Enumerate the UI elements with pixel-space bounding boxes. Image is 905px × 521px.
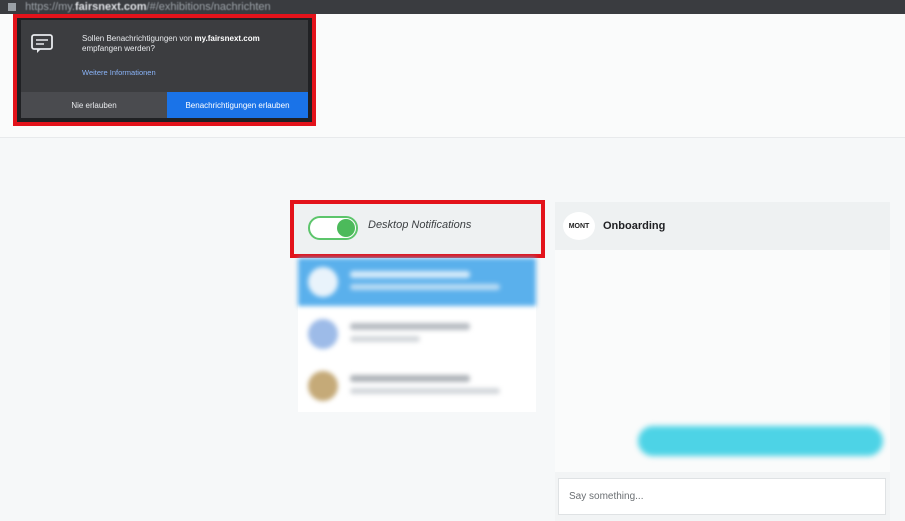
chat-list-item[interactable] — [298, 310, 536, 358]
avatar — [308, 267, 338, 297]
url-text: https://my.fairsnext.com/#/exhibitions/n… — [25, 1, 271, 13]
chat-panel: MONT Onboarding — [555, 202, 890, 521]
chat-header: MONT Onboarding — [555, 202, 890, 251]
company-logo: MONT — [563, 212, 595, 240]
allow-button[interactable]: Benachrichtigungen erlauben — [167, 92, 308, 118]
avatar — [308, 371, 338, 401]
chat-list-item[interactable] — [298, 362, 536, 410]
desktop-notifications-label: Desktop Notifications — [368, 219, 472, 231]
desktop-notifications-toggle[interactable] — [308, 216, 358, 240]
lock-icon — [8, 3, 16, 11]
message-input[interactable] — [558, 478, 886, 515]
chat-list — [298, 258, 536, 412]
desktop-notifications-highlight: Desktop Notifications — [290, 200, 545, 258]
chat-bubble-icon — [31, 34, 53, 53]
browser-address-bar[interactable]: https://my.fairsnext.com/#/exhibitions/n… — [0, 0, 905, 14]
more-info-link[interactable]: Weitere Informationen — [82, 68, 156, 77]
notification-permission-popup: Sollen Benachrichtigungen von my.fairsne… — [21, 20, 308, 118]
permission-message: Sollen Benachrichtigungen von my.fairsne… — [82, 34, 260, 53]
toggle-knob — [337, 219, 355, 237]
chat-messages — [555, 250, 890, 472]
permission-popup-highlight: Sollen Benachrichtigungen von my.fairsne… — [13, 14, 316, 126]
chat-title: Onboarding — [603, 220, 666, 232]
deny-button[interactable]: Nie erlauben — [21, 92, 167, 118]
avatar — [308, 319, 338, 349]
chat-list-item[interactable] — [298, 258, 536, 306]
message-bubble — [638, 426, 883, 456]
permission-buttons: Nie erlauben Benachrichtigungen erlauben — [21, 92, 308, 118]
